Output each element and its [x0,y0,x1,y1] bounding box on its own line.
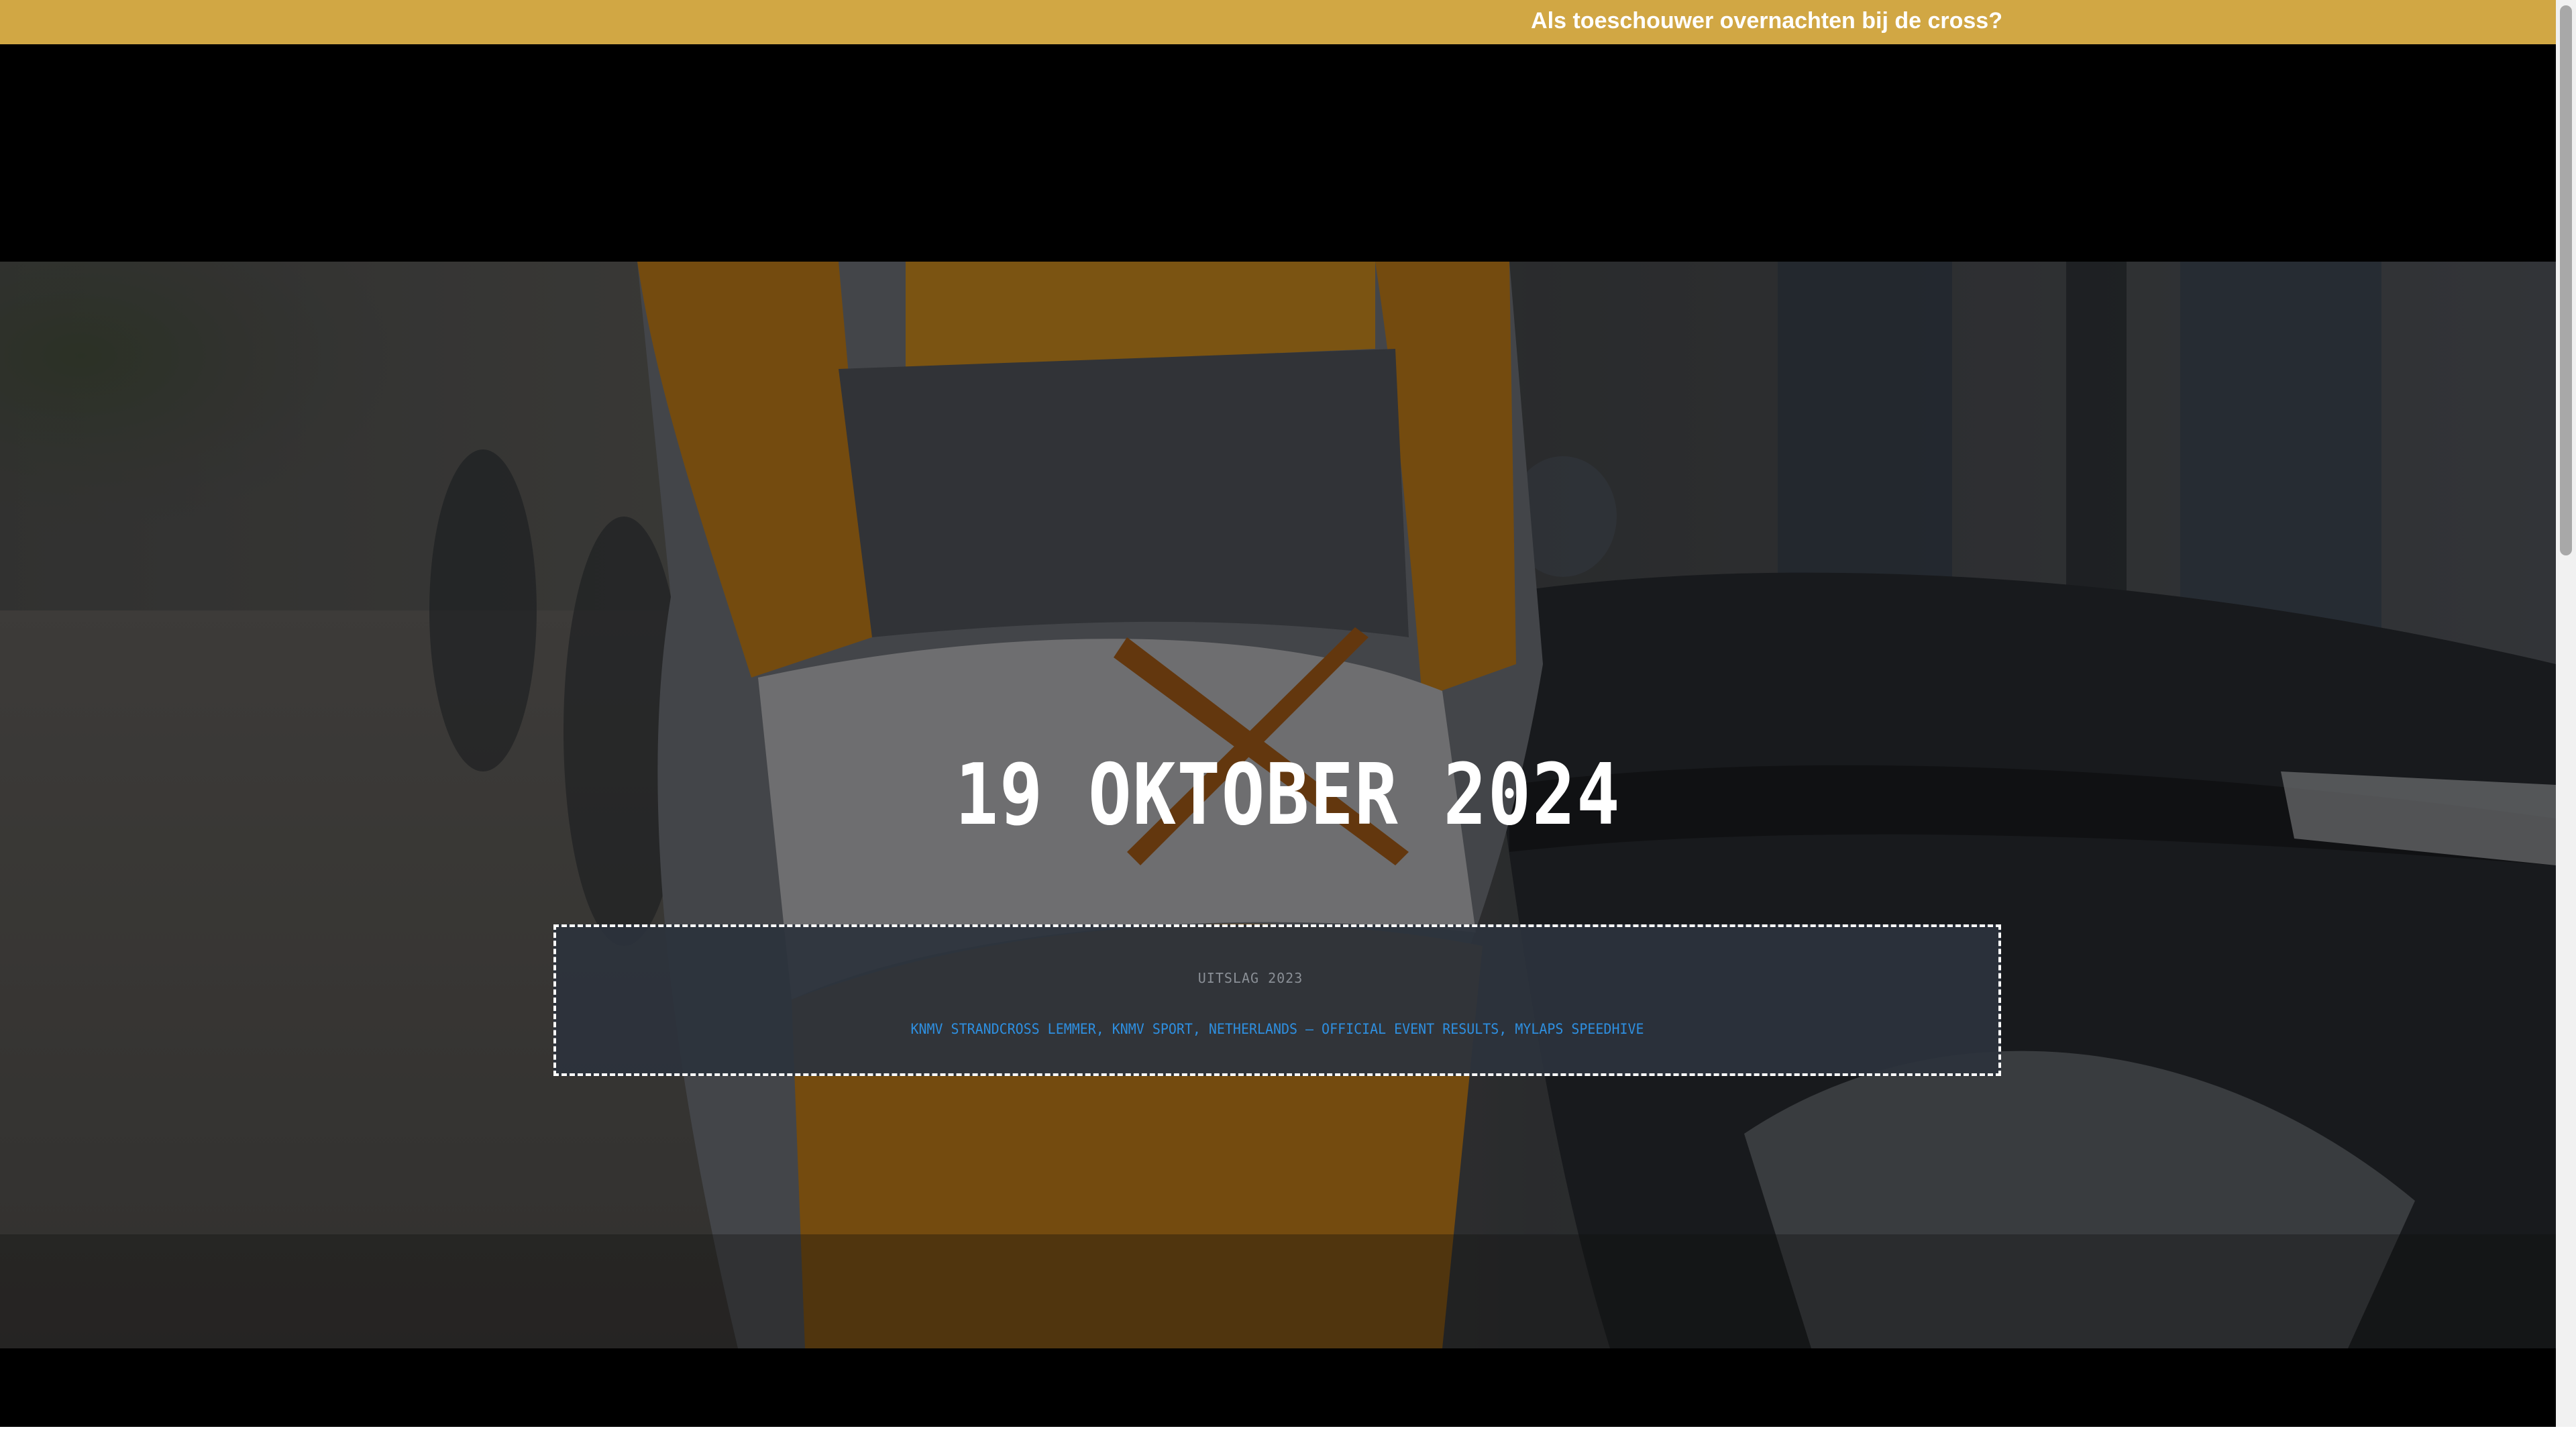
page-bottom-edge [0,1427,2576,1449]
page: Als toeschouwer overnachten bij de cross… [0,0,2576,1449]
scrollbar-thumb[interactable] [2560,5,2572,555]
results-link[interactable]: KNMV Strandcross Lemmer, KNMV Sport, Net… [592,1021,1963,1037]
announcement-bar: Als toeschouwer overnachten bij de cross… [0,0,2556,44]
results-heading: UITSLAG 2023 [1197,970,1303,986]
site-header [0,44,2556,262]
event-date-heading: 19 OKTOBER 2024 [955,745,1621,844]
footer-band [0,1348,2556,1427]
overnight-stay-link[interactable]: Als toeschouwer overnachten bij de cross… [1531,0,2002,44]
results-box: UITSLAG 2023 KNMV Strandcross Lemmer, KN… [553,924,2001,1076]
vertical-scrollbar[interactable] [2556,0,2576,1427]
